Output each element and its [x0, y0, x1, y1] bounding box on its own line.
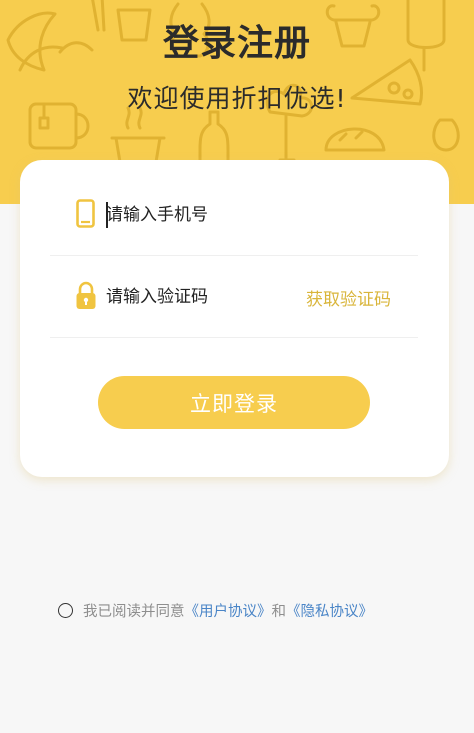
phone-row	[50, 175, 418, 256]
code-row: 获取验证码	[50, 257, 418, 338]
login-page: 登录注册 欢迎使用折扣优选! 获取验证码 立即登录 我已阅读并同意	[0, 0, 474, 733]
agreement-prefix: 我已阅读并同意	[83, 603, 185, 620]
login-card: 获取验证码 立即登录	[20, 160, 449, 477]
get-code-button[interactable]: 获取验证码	[306, 285, 391, 310]
agreement-conjunction: 和	[271, 603, 287, 620]
page-subtitle: 欢迎使用折扣优选!	[127, 84, 347, 113]
agreement-row: 我已阅读并同意 《用户协议》 和 《隐私协议》	[58, 599, 373, 621]
lock-icon	[76, 281, 96, 309]
verification-code-input[interactable]	[106, 283, 306, 311]
user-agreement-link[interactable]: 《用户协议》	[185, 600, 272, 621]
page-title: 登录注册	[162, 23, 311, 64]
phone-icon	[76, 199, 95, 228]
text-cursor	[106, 202, 108, 228]
privacy-policy-link[interactable]: 《隐私协议》	[286, 600, 373, 621]
phone-input[interactable]	[106, 201, 306, 229]
login-button[interactable]: 立即登录	[98, 376, 370, 429]
agreement-radio[interactable]	[58, 602, 73, 618]
